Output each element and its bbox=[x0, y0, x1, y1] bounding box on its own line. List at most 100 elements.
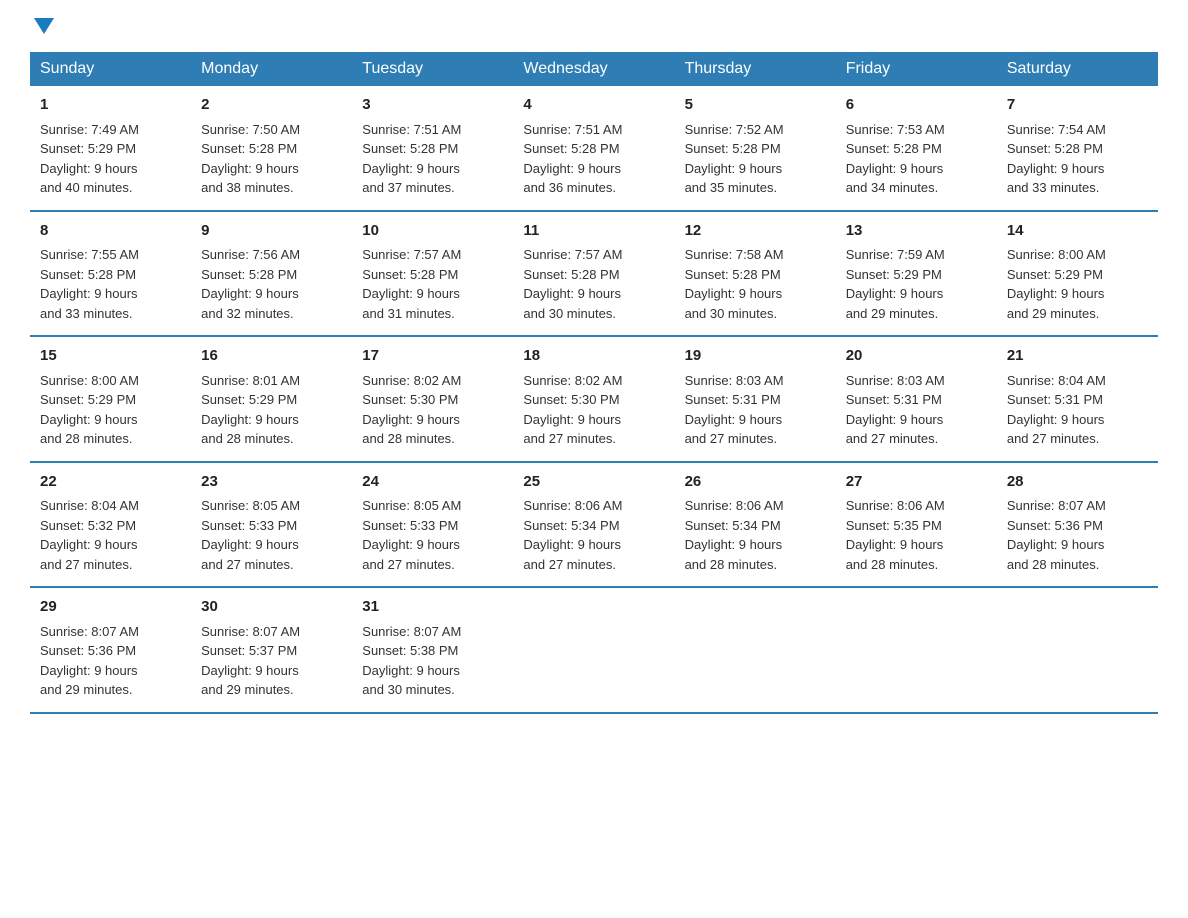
calendar-cell: 14Sunrise: 8:00 AM Sunset: 5:29 PM Dayli… bbox=[997, 211, 1158, 337]
day-number: 12 bbox=[685, 220, 826, 243]
header-day-friday: Friday bbox=[836, 52, 997, 86]
day-number: 28 bbox=[1007, 471, 1148, 494]
day-number: 5 bbox=[685, 94, 826, 117]
day-number: 18 bbox=[523, 345, 664, 368]
calendar-cell bbox=[836, 587, 997, 713]
day-number: 13 bbox=[846, 220, 987, 243]
day-info: Sunrise: 8:07 AM Sunset: 5:36 PM Dayligh… bbox=[40, 622, 181, 700]
calendar-cell: 6 Sunrise: 7:53 AM Sunset: 5:28 PM Daylig… bbox=[836, 86, 997, 211]
day-info: Sunrise: 7:56 AM Sunset: 5:28 PM Dayligh… bbox=[201, 245, 342, 323]
calendar-cell: 5 Sunrise: 7:52 AM Sunset: 5:28 PM Daylig… bbox=[675, 86, 836, 211]
header-day-sunday: Sunday bbox=[30, 52, 191, 86]
week-row-4: 22Sunrise: 8:04 AM Sunset: 5:32 PM Dayli… bbox=[30, 462, 1158, 588]
day-number: 30 bbox=[201, 596, 342, 619]
day-number: 31 bbox=[362, 596, 503, 619]
day-info: Sunrise: 8:06 AM Sunset: 5:34 PM Dayligh… bbox=[523, 496, 664, 574]
day-info: Sunrise: 7:49 AM Sunset: 5:29 PM Dayligh… bbox=[40, 120, 181, 198]
day-info: Sunrise: 7:59 AM Sunset: 5:29 PM Dayligh… bbox=[846, 245, 987, 323]
day-number: 25 bbox=[523, 471, 664, 494]
day-info: Sunrise: 8:07 AM Sunset: 5:38 PM Dayligh… bbox=[362, 622, 503, 700]
day-info: Sunrise: 7:50 AM Sunset: 5:28 PM Dayligh… bbox=[201, 120, 342, 198]
calendar-cell: 8Sunrise: 7:55 AM Sunset: 5:28 PM Daylig… bbox=[30, 211, 191, 337]
calendar-cell: 29 Sunrise: 8:07 AM Sunset: 5:36 PM Dayli… bbox=[30, 587, 191, 713]
calendar-cell: 24Sunrise: 8:05 AM Sunset: 5:33 PM Dayli… bbox=[352, 462, 513, 588]
day-number: 6 bbox=[846, 94, 987, 117]
calendar-cell: 1Sunrise: 7:49 AM Sunset: 5:29 PM Daylig… bbox=[30, 86, 191, 211]
calendar-cell: 22Sunrise: 8:04 AM Sunset: 5:32 PM Dayli… bbox=[30, 462, 191, 588]
calendar-cell bbox=[513, 587, 674, 713]
day-number: 19 bbox=[685, 345, 826, 368]
day-number: 29 bbox=[40, 596, 181, 619]
day-info: Sunrise: 8:06 AM Sunset: 5:35 PM Dayligh… bbox=[846, 496, 987, 574]
calendar-header: SundayMondayTuesdayWednesdayThursdayFrid… bbox=[30, 52, 1158, 86]
day-info: Sunrise: 8:01 AM Sunset: 5:29 PM Dayligh… bbox=[201, 371, 342, 449]
logo-triangle-icon bbox=[34, 18, 54, 34]
calendar-cell: 16Sunrise: 8:01 AM Sunset: 5:29 PM Dayli… bbox=[191, 336, 352, 462]
day-number: 27 bbox=[846, 471, 987, 494]
day-info: Sunrise: 8:02 AM Sunset: 5:30 PM Dayligh… bbox=[523, 371, 664, 449]
calendar-cell: 10Sunrise: 7:57 AM Sunset: 5:28 PM Dayli… bbox=[352, 211, 513, 337]
calendar-cell: 17 Sunrise: 8:02 AM Sunset: 5:30 PM Dayli… bbox=[352, 336, 513, 462]
calendar-cell: 18 Sunrise: 8:02 AM Sunset: 5:30 PM Dayli… bbox=[513, 336, 674, 462]
day-number: 7 bbox=[1007, 94, 1148, 117]
calendar-cell: 30 Sunrise: 8:07 AM Sunset: 5:37 PM Dayli… bbox=[191, 587, 352, 713]
calendar-cell: 21 Sunrise: 8:04 AM Sunset: 5:31 PM Dayli… bbox=[997, 336, 1158, 462]
header-day-thursday: Thursday bbox=[675, 52, 836, 86]
header-day-tuesday: Tuesday bbox=[352, 52, 513, 86]
week-row-3: 15 Sunrise: 8:00 AM Sunset: 5:29 PM Dayli… bbox=[30, 336, 1158, 462]
day-info: Sunrise: 7:52 AM Sunset: 5:28 PM Dayligh… bbox=[685, 120, 826, 198]
week-row-1: 1Sunrise: 7:49 AM Sunset: 5:29 PM Daylig… bbox=[30, 86, 1158, 211]
day-number: 2 bbox=[201, 94, 342, 117]
logo bbox=[30, 20, 54, 36]
calendar-cell: 15 Sunrise: 8:00 AM Sunset: 5:29 PM Dayli… bbox=[30, 336, 191, 462]
day-info: Sunrise: 7:55 AM Sunset: 5:28 PM Dayligh… bbox=[40, 245, 181, 323]
calendar-cell: 25Sunrise: 8:06 AM Sunset: 5:34 PM Dayli… bbox=[513, 462, 674, 588]
header-day-saturday: Saturday bbox=[997, 52, 1158, 86]
day-info: Sunrise: 7:53 AM Sunset: 5:28 PM Dayligh… bbox=[846, 120, 987, 198]
day-info: Sunrise: 8:07 AM Sunset: 5:36 PM Dayligh… bbox=[1007, 496, 1148, 574]
day-info: Sunrise: 8:04 AM Sunset: 5:31 PM Dayligh… bbox=[1007, 371, 1148, 449]
calendar-cell: 19Sunrise: 8:03 AM Sunset: 5:31 PM Dayli… bbox=[675, 336, 836, 462]
day-info: Sunrise: 8:02 AM Sunset: 5:30 PM Dayligh… bbox=[362, 371, 503, 449]
header bbox=[30, 20, 1158, 36]
calendar-cell: 3 Sunrise: 7:51 AM Sunset: 5:28 PM Daylig… bbox=[352, 86, 513, 211]
calendar-cell: 31 Sunrise: 8:07 AM Sunset: 5:38 PM Dayli… bbox=[352, 587, 513, 713]
day-number: 15 bbox=[40, 345, 181, 368]
calendar-cell: 4Sunrise: 7:51 AM Sunset: 5:28 PM Daylig… bbox=[513, 86, 674, 211]
day-number: 14 bbox=[1007, 220, 1148, 243]
day-number: 23 bbox=[201, 471, 342, 494]
day-number: 17 bbox=[362, 345, 503, 368]
day-info: Sunrise: 7:51 AM Sunset: 5:28 PM Dayligh… bbox=[523, 120, 664, 198]
day-info: Sunrise: 8:06 AM Sunset: 5:34 PM Dayligh… bbox=[685, 496, 826, 574]
header-row: SundayMondayTuesdayWednesdayThursdayFrid… bbox=[30, 52, 1158, 86]
day-info: Sunrise: 8:03 AM Sunset: 5:31 PM Dayligh… bbox=[846, 371, 987, 449]
calendar-cell: 12Sunrise: 7:58 AM Sunset: 5:28 PM Dayli… bbox=[675, 211, 836, 337]
calendar-cell: 20 Sunrise: 8:03 AM Sunset: 5:31 PM Dayli… bbox=[836, 336, 997, 462]
day-number: 3 bbox=[362, 94, 503, 117]
day-info: Sunrise: 7:57 AM Sunset: 5:28 PM Dayligh… bbox=[362, 245, 503, 323]
day-info: Sunrise: 8:07 AM Sunset: 5:37 PM Dayligh… bbox=[201, 622, 342, 700]
day-number: 9 bbox=[201, 220, 342, 243]
calendar-cell: 11Sunrise: 7:57 AM Sunset: 5:28 PM Dayli… bbox=[513, 211, 674, 337]
day-number: 8 bbox=[40, 220, 181, 243]
day-number: 21 bbox=[1007, 345, 1148, 368]
calendar-cell: 9Sunrise: 7:56 AM Sunset: 5:28 PM Daylig… bbox=[191, 211, 352, 337]
calendar-table: SundayMondayTuesdayWednesdayThursdayFrid… bbox=[30, 52, 1158, 714]
day-info: Sunrise: 8:04 AM Sunset: 5:32 PM Dayligh… bbox=[40, 496, 181, 574]
day-number: 10 bbox=[362, 220, 503, 243]
week-row-5: 29 Sunrise: 8:07 AM Sunset: 5:36 PM Dayli… bbox=[30, 587, 1158, 713]
day-info: Sunrise: 7:57 AM Sunset: 5:28 PM Dayligh… bbox=[523, 245, 664, 323]
calendar-cell: 26Sunrise: 8:06 AM Sunset: 5:34 PM Dayli… bbox=[675, 462, 836, 588]
day-info: Sunrise: 8:00 AM Sunset: 5:29 PM Dayligh… bbox=[40, 371, 181, 449]
day-info: Sunrise: 8:05 AM Sunset: 5:33 PM Dayligh… bbox=[201, 496, 342, 574]
day-info: Sunrise: 7:51 AM Sunset: 5:28 PM Dayligh… bbox=[362, 120, 503, 198]
day-number: 20 bbox=[846, 345, 987, 368]
day-number: 26 bbox=[685, 471, 826, 494]
day-info: Sunrise: 8:05 AM Sunset: 5:33 PM Dayligh… bbox=[362, 496, 503, 574]
calendar-cell: 23Sunrise: 8:05 AM Sunset: 5:33 PM Dayli… bbox=[191, 462, 352, 588]
day-info: Sunrise: 7:58 AM Sunset: 5:28 PM Dayligh… bbox=[685, 245, 826, 323]
day-number: 11 bbox=[523, 220, 664, 243]
header-day-monday: Monday bbox=[191, 52, 352, 86]
calendar-cell: 2 Sunrise: 7:50 AM Sunset: 5:28 PM Daylig… bbox=[191, 86, 352, 211]
calendar-body: 1Sunrise: 7:49 AM Sunset: 5:29 PM Daylig… bbox=[30, 86, 1158, 713]
